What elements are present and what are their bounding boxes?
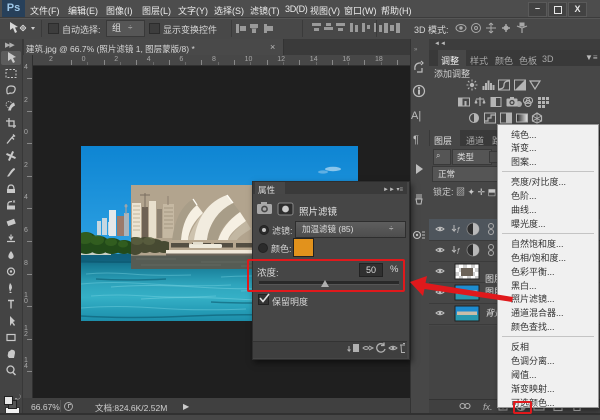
svg-text:A|: A| — [411, 110, 421, 122]
svg-text:»: » — [414, 47, 418, 53]
svg-text:¶: ¶ — [413, 134, 419, 146]
svg-text:f: f — [457, 226, 460, 235]
svg-text:fx.: fx. — [483, 402, 493, 412]
svg-text:f: f — [457, 247, 460, 256]
